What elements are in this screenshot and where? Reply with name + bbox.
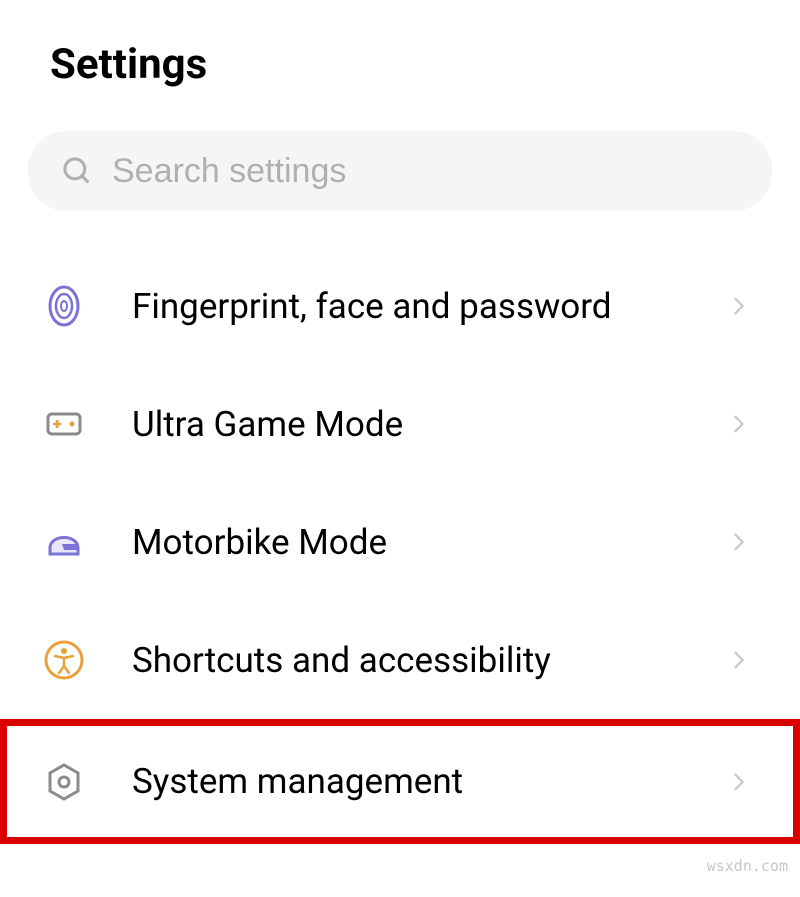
row-fingerprint-face-password[interactable]: Fingerprint, face and password [0, 247, 800, 365]
row-motorbike-mode[interactable]: Motorbike Mode [0, 483, 800, 601]
row-label: Fingerprint, face and password [132, 286, 728, 327]
chevron-right-icon [728, 771, 750, 793]
row-shortcuts-accessibility[interactable]: Shortcuts and accessibility [0, 601, 800, 719]
settings-list: Fingerprint, face and password Ultra Gam… [0, 229, 800, 844]
row-system-management[interactable]: System management [0, 719, 800, 844]
gear-hex-icon [42, 760, 86, 804]
fingerprint-icon [42, 284, 86, 328]
row-label: System management [132, 761, 728, 802]
row-label: Shortcuts and accessibility [132, 640, 728, 681]
page-title: Settings [0, 0, 800, 119]
gamepad-icon [42, 402, 86, 446]
chevron-right-icon [728, 531, 750, 553]
chevron-right-icon [728, 649, 750, 671]
helmet-icon [42, 520, 86, 564]
search-bar[interactable] [28, 131, 772, 211]
row-ultra-game-mode[interactable]: Ultra Game Mode [0, 365, 800, 483]
accessibility-icon [42, 638, 86, 682]
chevron-right-icon [728, 413, 750, 435]
search-input[interactable] [112, 152, 740, 191]
watermark: wsxdn.com [707, 857, 788, 875]
row-label: Motorbike Mode [132, 522, 728, 563]
search-icon [60, 154, 94, 188]
row-label: Ultra Game Mode [132, 404, 728, 445]
chevron-right-icon [728, 295, 750, 317]
